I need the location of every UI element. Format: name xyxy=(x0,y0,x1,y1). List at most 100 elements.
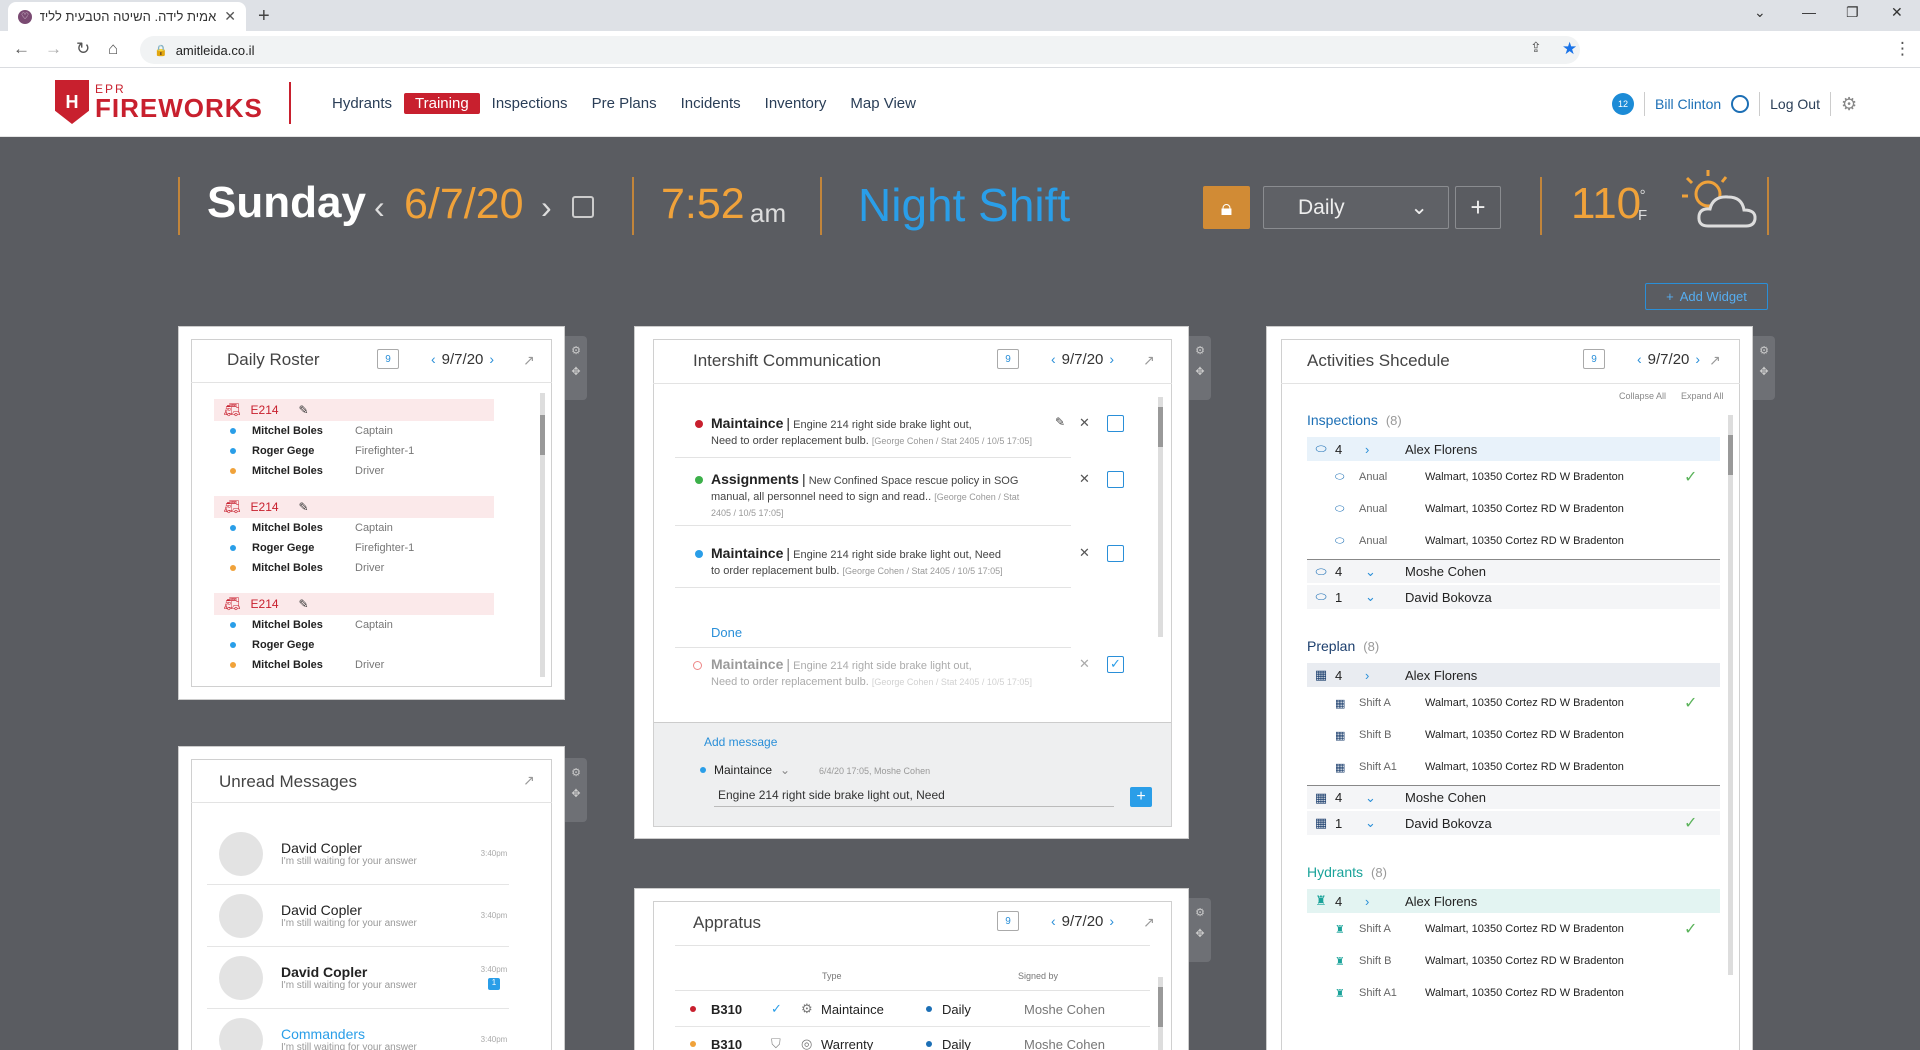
browser-tab[interactable]: ♡ אמית לידה. השיטה הטבעית ללידה ✕ xyxy=(8,2,246,31)
activity-row[interactable]: ♜ Shift B Walmart, 10350 Cortez RD W Bra… xyxy=(1307,945,1720,977)
home-icon[interactable]: ⌂ xyxy=(108,39,118,59)
edit-pencil-icon[interactable]: ✎ xyxy=(299,403,309,417)
activity-row[interactable]: ⬭ Anual Walmart, 10350 Cortez RD W Brade… xyxy=(1307,461,1720,493)
view-select[interactable]: Daily ⌄ xyxy=(1263,186,1449,229)
widget-side-handle[interactable]: ⚙ ✥ xyxy=(565,758,587,822)
calendar-icon[interactable] xyxy=(572,196,594,218)
expand-all-link[interactable]: Expand All xyxy=(1681,391,1724,401)
prev-date-chevron-icon[interactable]: ‹ xyxy=(1051,913,1056,929)
activity-group-row[interactable]: ▦ 1 ⌄ David Bokovza ✓ xyxy=(1307,811,1720,835)
settings-gear-icon[interactable]: ⚙ xyxy=(1841,94,1857,115)
nav-map-view[interactable]: Map View xyxy=(838,93,928,114)
widget-side-handle[interactable]: ⚙ ✥ xyxy=(1753,336,1775,400)
lock-button[interactable]: 🔒︎ xyxy=(1203,186,1250,229)
forward-icon[interactable]: → xyxy=(45,39,62,59)
bookmark-star-icon[interactable]: ★ xyxy=(1562,39,1577,59)
activity-row[interactable]: ▦ Shift B Walmart, 10350 Cortez RD W Bra… xyxy=(1307,719,1720,751)
activity-group-row[interactable]: ⬭ 1 ⌄ David Bokovza xyxy=(1307,585,1720,609)
complete-checkbox[interactable] xyxy=(1107,471,1124,488)
communication-item[interactable]: Maintaince | Engine 214 right side brake… xyxy=(711,543,1071,580)
external-link-icon[interactable]: ↗ xyxy=(523,352,535,369)
fireworks-logo[interactable]: H EPR FIREWORKS xyxy=(55,80,263,124)
share-icon[interactable]: ⇪ xyxy=(1530,39,1542,56)
apparatus-row[interactable]: B310 ⛉ ◎ Warrenty Daily Moshe Cohen xyxy=(675,1027,1150,1050)
prev-date-chevron-icon[interactable]: ‹ xyxy=(1637,351,1642,367)
apparatus-row[interactable]: B310 ✓ ⚙ Maintaince Daily Moshe Cohen xyxy=(675,992,1150,1027)
dismiss-x-icon[interactable]: ✕ xyxy=(1079,471,1090,487)
nav-training[interactable]: Training xyxy=(404,93,480,114)
scrollbar[interactable] xyxy=(1728,415,1733,975)
message-row[interactable]: David Copler I'm still waiting for your … xyxy=(207,823,509,885)
scrollbar[interactable] xyxy=(1158,397,1163,637)
communication-item[interactable]: Maintaince | Engine 214 right side brake… xyxy=(711,413,1071,450)
activity-group-row[interactable]: ⬭ 4 › Alex Florens xyxy=(1307,437,1720,461)
close-window-icon[interactable]: ✕ xyxy=(1891,4,1903,21)
user-name[interactable]: Bill Clinton xyxy=(1655,96,1721,112)
widget-side-handle[interactable]: ⚙ ✥ xyxy=(1189,336,1211,400)
roster-unit-header[interactable]: 🚒︎ E214 ✎ xyxy=(214,496,494,518)
nav-pre-plans[interactable]: Pre Plans xyxy=(580,93,669,114)
calendar-icon[interactable]: 9 xyxy=(1583,349,1605,369)
omnibox[interactable]: 🔒 amitleida.co.il xyxy=(140,36,1580,64)
tab-search-icon[interactable]: ⌄ xyxy=(1754,4,1766,21)
activity-group-row[interactable]: ⬭ 4 ⌄ Moshe Cohen xyxy=(1307,559,1720,583)
back-icon[interactable]: ← xyxy=(13,39,30,59)
next-date-chevron-icon[interactable]: › xyxy=(1695,351,1700,367)
add-widget-button[interactable]: + Add Widget xyxy=(1645,283,1768,310)
edit-pencil-icon[interactable]: ✎ xyxy=(299,500,309,514)
restore-icon[interactable]: ❐ xyxy=(1846,4,1859,21)
logout-link[interactable]: Log Out xyxy=(1770,96,1820,112)
section-header[interactable]: Preplan (8) xyxy=(1307,631,1720,661)
complete-checkbox[interactable] xyxy=(1107,545,1124,562)
next-date-chevron-icon[interactable]: › xyxy=(489,351,494,367)
compose-input[interactable]: Engine 214 right side brake light out, N… xyxy=(714,785,1114,807)
nav-inspections[interactable]: Inspections xyxy=(480,93,580,114)
browser-menu-icon[interactable]: ⋮ xyxy=(1894,39,1911,59)
communication-item[interactable]: Assignments | New Confined Space rescue … xyxy=(711,469,1071,522)
roster-unit-header[interactable]: 🚒︎ E214 ✎ xyxy=(214,399,494,421)
complete-checkbox[interactable] xyxy=(1107,415,1124,432)
activity-row[interactable]: ⬭ Anual Walmart, 10350 Cortez RD W Brade… xyxy=(1307,525,1720,557)
close-tab-icon[interactable]: ✕ xyxy=(224,8,236,25)
activity-group-row[interactable]: ▦ 4 ⌄ Moshe Cohen xyxy=(1307,785,1720,809)
activity-row[interactable]: ▦ Shift A1 Walmart, 10350 Cortez RD W Br… xyxy=(1307,751,1720,783)
widget-side-handle[interactable]: ⚙ ✥ xyxy=(565,336,587,400)
message-row[interactable]: Commanders I'm still waiting for your an… xyxy=(207,1009,509,1050)
dismiss-x-icon[interactable]: ✕ xyxy=(1079,656,1090,672)
add-button[interactable]: + xyxy=(1455,186,1501,229)
section-header[interactable]: Inspections (8) xyxy=(1307,405,1720,435)
activity-row[interactable]: ▦ Shift A Walmart, 10350 Cortez RD W Bra… xyxy=(1307,687,1720,719)
widget-side-handle[interactable]: ⚙ ✥ xyxy=(1189,898,1211,962)
nav-hydrants[interactable]: Hydrants xyxy=(320,93,404,114)
dismiss-x-icon[interactable]: ✕ xyxy=(1079,545,1090,561)
prev-date-chevron-icon[interactable]: ‹ xyxy=(431,351,436,367)
external-link-icon[interactable]: ↗ xyxy=(523,772,535,789)
reload-icon[interactable]: ↻ xyxy=(76,39,90,59)
message-row[interactable]: David Copler I'm still waiting for your … xyxy=(207,947,509,1009)
activity-group-row[interactable]: ▦ 4 › Alex Florens xyxy=(1307,663,1720,687)
collapse-all-link[interactable]: Collapse All xyxy=(1619,391,1666,401)
compose-category-select[interactable]: Maintaince ⌄ xyxy=(700,763,790,777)
next-day-chevron-icon[interactable]: › xyxy=(541,189,552,226)
edit-pencil-icon[interactable]: ✎ xyxy=(299,597,309,611)
complete-checkbox-checked[interactable]: ✓ xyxy=(1107,656,1124,673)
next-date-chevron-icon[interactable]: › xyxy=(1109,913,1114,929)
scrollbar[interactable] xyxy=(1158,977,1163,1050)
activity-row[interactable]: ♜ Shift A1 Walmart, 10350 Cortez RD W Br… xyxy=(1307,977,1720,1009)
notifications-badge[interactable]: 12 xyxy=(1612,93,1634,115)
activity-row[interactable]: ♜ Shift A Walmart, 10350 Cortez RD W Bra… xyxy=(1307,913,1720,945)
roster-unit-header[interactable]: 🚒︎ E214 ✎ xyxy=(214,593,494,615)
section-header[interactable]: Hydrants (8) xyxy=(1307,857,1720,887)
nav-incidents[interactable]: Incidents xyxy=(669,93,753,114)
message-row[interactable]: David Copler I'm still waiting for your … xyxy=(207,885,509,947)
scrollbar[interactable] xyxy=(540,393,545,677)
dismiss-x-icon[interactable]: ✕ xyxy=(1079,415,1090,431)
communication-item-done[interactable]: Maintaince | Engine 214 right side brake… xyxy=(711,654,1071,691)
send-message-button[interactable]: + xyxy=(1130,787,1152,807)
external-link-icon[interactable]: ↗ xyxy=(1143,914,1155,931)
calendar-icon[interactable]: 9 xyxy=(377,349,399,369)
nav-inventory[interactable]: Inventory xyxy=(753,93,839,114)
activity-row[interactable]: ⬭ Anual Walmart, 10350 Cortez RD W Brade… xyxy=(1307,493,1720,525)
minimize-icon[interactable]: — xyxy=(1802,4,1816,20)
user-avatar-icon[interactable] xyxy=(1731,95,1750,113)
